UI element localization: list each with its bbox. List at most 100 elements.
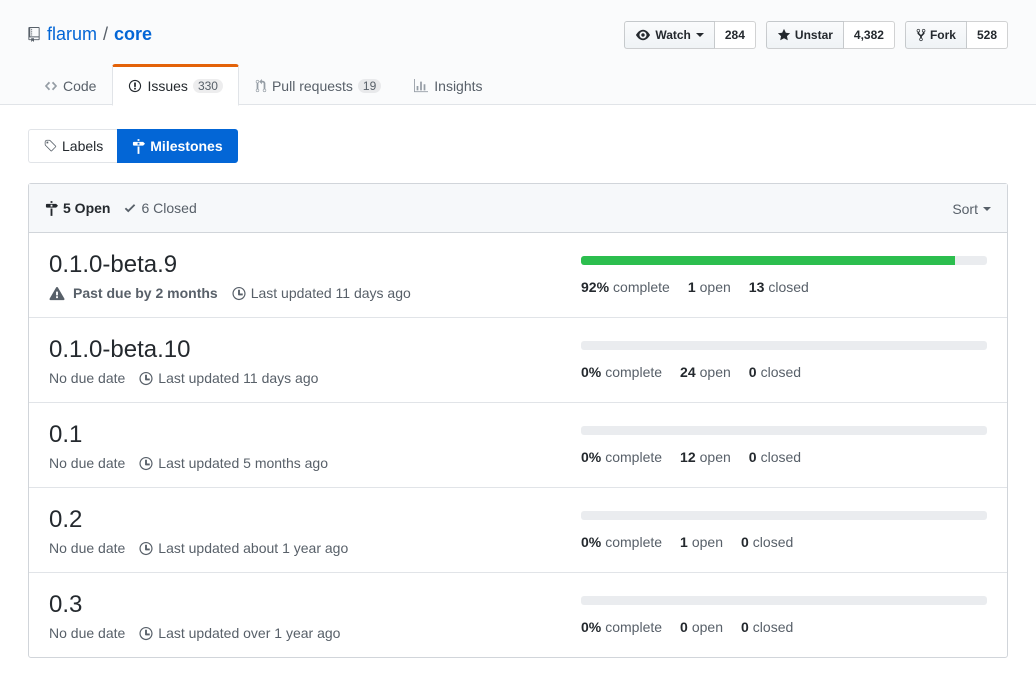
open-label: open [691,534,723,550]
fork-icon [916,28,926,42]
percent-complete: 92% complete [581,279,670,295]
open-issues-link[interactable]: 0 open [680,619,723,635]
clock-icon [139,371,153,385]
percent-value: 92% [581,279,610,295]
milestones-tab-label: Milestones [150,138,223,154]
tab-code-label: Code [63,77,97,94]
milestone-progress-bar [581,596,987,605]
open-issues-link[interactable]: 1 open [680,534,723,550]
sort-label: Sort [952,200,978,217]
milestone-stats: 0% complete 12 open 0 closed [581,449,801,465]
milestone-last-updated: Last updated about 1 year ago [139,540,348,556]
open-label: open [699,364,731,380]
milestone-meta: Past due by 2 months Last updated 11 days… [49,285,411,301]
chevron-down-icon [695,33,704,37]
milestone-row: 0.2 No due date Last updated about 1 year … [29,488,1007,573]
repo-icon [28,27,40,42]
percent-value: 0% [581,534,602,550]
milestone-icon [45,200,58,216]
milestone-title-link[interactable]: 0.1.0-beta.10 [49,335,190,365]
due-date-text: No due date [49,540,126,556]
milestone-progress-bar [581,341,987,350]
labels-tab[interactable]: Labels [28,129,118,163]
percent-label: complete [605,619,663,635]
unstar-button[interactable]: Unstar [765,21,844,49]
issues-counter: 330 [192,79,223,93]
closed-label: closed [752,534,794,550]
repo-name-link[interactable]: core [114,24,152,45]
closed-milestones-label: 6 Closed [141,200,197,216]
open-milestones-filter[interactable]: 5 Open [45,200,110,216]
milestone-stats: 0% complete 1 open 0 closed [581,534,793,550]
open-issues-link[interactable]: 24 open [680,364,731,380]
open-issues-link[interactable]: 1 open [688,279,731,295]
milestone-row: 0.1.0-beta.9 Past due by 2 months Last upd… [29,233,1007,318]
repo-actions: Watch 284 Unstar 4,382 Fork 528 [624,21,1008,49]
labels-milestones-switcher: Labels Milestones [28,129,238,163]
closed-issues-link[interactable]: 13 closed [749,279,809,295]
closed-count: 0 [741,534,749,550]
repo-nav: Code Issues 330 Pull requests 19 Insight… [28,64,499,106]
open-label: open [691,619,723,635]
tab-code[interactable]: Code [28,64,112,105]
percent-label: complete [605,534,663,550]
clock-icon [139,541,153,555]
graph-icon [414,78,429,92]
tab-issues[interactable]: Issues 330 [112,64,239,106]
milestone-title-link[interactable]: 0.1 [49,420,82,450]
repo-title: flarum / core [28,24,152,45]
closed-issues-link[interactable]: 0 closed [741,619,793,635]
milestone-row: 0.3 No due date Last updated over 1 year a… [29,573,1007,658]
closed-count: 0 [741,619,749,635]
open-label: open [699,279,731,295]
clock-icon [139,626,153,640]
percent-complete: 0% complete [581,449,662,465]
milestones-list: 5 Open 6 Closed Sort 0.1.0-beta.9 Past du… [28,183,1008,658]
milestone-due-date: No due date [49,625,125,641]
milestone-progress-fill [581,256,955,265]
milestone-title-link[interactable]: 0.2 [49,505,82,535]
milestone-last-updated: Last updated 5 months ago [139,455,328,471]
milestone-last-updated: Last updated 11 days ago [139,370,318,386]
milestone-meta: No due date Last updated over 1 year ago [49,625,340,641]
watch-group: Watch 284 [624,21,756,49]
tab-pull-requests[interactable]: Pull requests 19 [239,64,397,105]
due-date-text: No due date [49,625,126,641]
fork-count[interactable]: 528 [966,21,1008,49]
open-count: 1 [687,279,696,295]
fork-button[interactable]: Fork [904,21,967,49]
last-updated-text: Last updated 5 months ago [158,455,328,471]
open-count: 0 [680,619,688,635]
last-updated-text: Last updated over 1 year ago [158,625,341,641]
percent-value: 0% [581,364,602,380]
star-count[interactable]: 4,382 [843,21,895,49]
tab-insights[interactable]: Insights [397,64,498,105]
labels-tab-label: Labels [62,138,104,154]
milestone-rows: 0.1.0-beta.9 Past due by 2 months Last upd… [29,233,1007,658]
chevron-down-icon [983,206,991,211]
milestone-title-link[interactable]: 0.1.0-beta.9 [49,250,177,280]
sort-dropdown[interactable]: Sort [952,184,991,233]
repo-owner-link[interactable]: flarum [47,24,97,45]
percent-value: 0% [581,619,602,635]
milestone-meta: No due date Last updated 5 months ago [49,455,328,471]
milestone-title-link[interactable]: 0.3 [49,590,82,620]
closed-issues-link[interactable]: 0 closed [741,534,793,550]
closed-count: 0 [748,449,757,465]
open-count: 24 [680,364,696,380]
milestones-tab[interactable]: Milestones [117,129,238,163]
star-icon [777,28,791,41]
watch-count[interactable]: 284 [714,21,756,49]
closed-issues-link[interactable]: 0 closed [749,449,801,465]
closed-label: closed [752,619,794,635]
closed-issues-link[interactable]: 0 closed [749,364,801,380]
closed-milestones-filter[interactable]: 6 Closed [124,200,197,216]
open-issues-link[interactable]: 12 open [680,449,731,465]
tab-issues-label: Issues [147,78,188,94]
open-count: 1 [680,534,688,550]
open-milestones-label: 5 Open [63,200,111,216]
percent-value: 0% [581,449,602,465]
milestone-due-date: No due date [49,455,125,471]
eye-icon [636,29,651,41]
watch-button[interactable]: Watch [624,21,715,49]
